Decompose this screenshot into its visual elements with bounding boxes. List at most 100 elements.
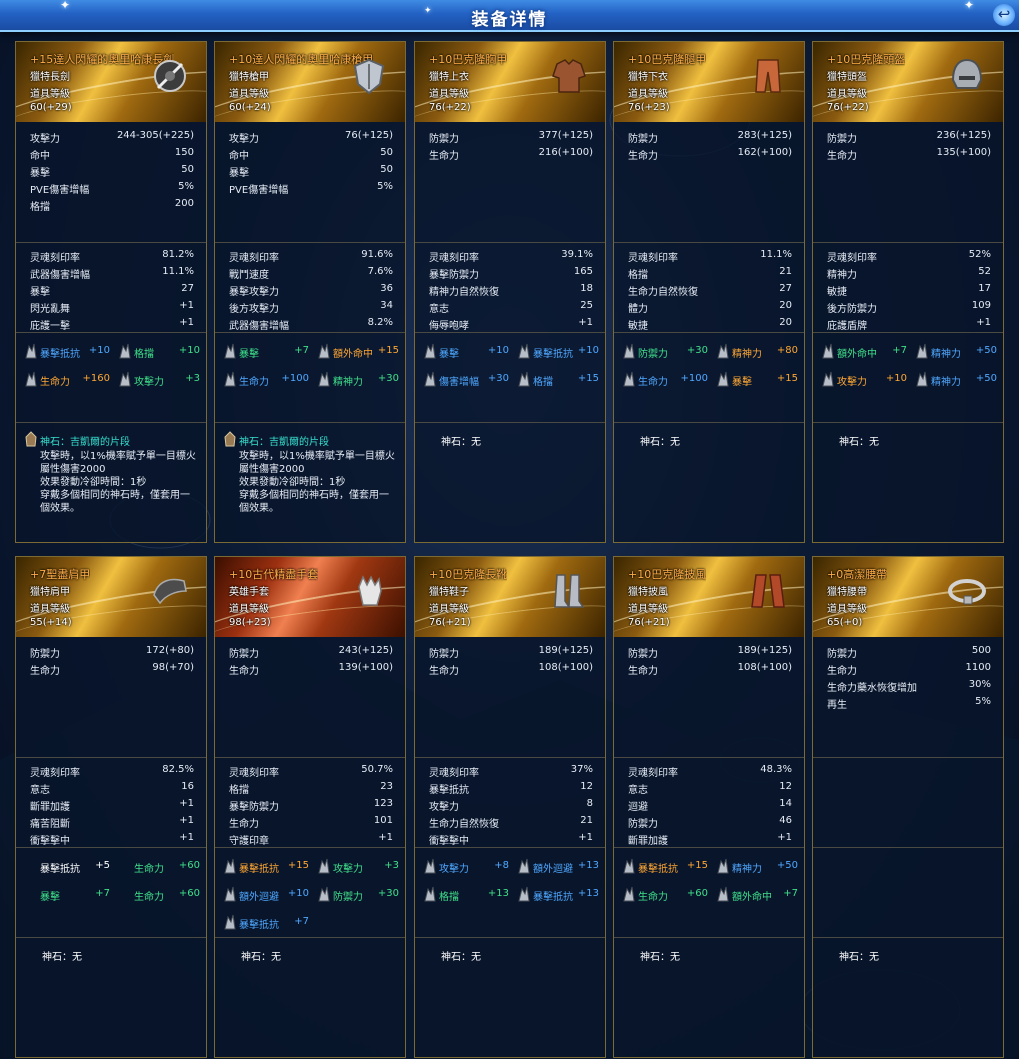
- stat-row: 武器傷害增幅 8.2%: [215, 315, 405, 332]
- manastone-slot[interactable]: 暴擊抵抗 +15: [614, 854, 710, 882]
- manastone-slot[interactable]: 防禦力 +30: [309, 882, 401, 910]
- manastone-slot[interactable]: 生命力 +160: [16, 367, 112, 395]
- stat-name: 侮辱咆哮: [429, 321, 469, 332]
- godstone-icon[interactable]: [223, 431, 237, 447]
- stat-value: 189(+125): [538, 645, 593, 656]
- manastone-slot[interactable]: 生命力 +60: [614, 882, 710, 910]
- chest-armor-icon[interactable]: [547, 54, 591, 98]
- manastone-value: +15: [287, 860, 309, 871]
- stat-value: 39.1%: [561, 249, 593, 260]
- stat-value: 27: [779, 283, 792, 294]
- stat-row: 痛苦阻斷 +1: [16, 813, 206, 830]
- manastone-slot[interactable]: 暴擊抵抗 +10: [509, 339, 601, 367]
- cape-icon[interactable]: [746, 569, 790, 613]
- shield-icon[interactable]: [347, 54, 391, 98]
- manastone-slot[interactable]: 防禦力 +30: [614, 339, 710, 367]
- stat-name: 灵魂刻印率: [30, 253, 80, 264]
- stat-row: 衝擊擊中 +1: [16, 830, 206, 847]
- manastone-slot[interactable]: 精神力 +50: [907, 339, 999, 367]
- manastone-slot[interactable]: 暴擊抵抗 +5: [16, 854, 112, 882]
- stat-value: 98(+70): [152, 662, 194, 673]
- manastone-slot[interactable]: 精神力 +50: [907, 367, 999, 395]
- manastone-slot[interactable]: 暴擊抵抗 +7: [215, 910, 311, 938]
- manastone-icon: [223, 886, 237, 902]
- item-header[interactable]: +7聖盡肩甲 獵特肩甲 道具等級 55(+14): [16, 557, 206, 637]
- stat-row: 暴擊 27: [16, 281, 206, 298]
- stat-value: 91.6%: [361, 249, 393, 260]
- manastone-icon: [317, 371, 331, 387]
- item-header[interactable]: +10達人閃耀的奧里哈康槍甲 獵特槍甲 道具等級 60(+24): [215, 42, 405, 122]
- godstone-none-label: 神石：无: [640, 952, 680, 963]
- manastone-slot[interactable]: 生命力 +60: [110, 854, 202, 882]
- manastone-slot[interactable]: 精神力 +30: [309, 367, 401, 395]
- helmet-icon[interactable]: [945, 54, 989, 98]
- stat-name: PVE傷害增幅: [30, 185, 90, 196]
- stat-value: 5%: [377, 181, 393, 192]
- godstone-icon[interactable]: [24, 431, 38, 447]
- manastone-slot[interactable]: 格擋 +10: [110, 339, 202, 367]
- stat-value: +1: [578, 317, 593, 328]
- manastone-slot[interactable]: 暴擊 +15: [708, 367, 800, 395]
- item-header[interactable]: +10巴克隆胸甲 獵特上衣 道具等級 76(+22): [415, 42, 605, 122]
- manastone-slot[interactable]: 額外命中 +7: [708, 882, 800, 910]
- manastone-slot[interactable]: 額外命中 +15: [309, 339, 401, 367]
- boots-icon[interactable]: [547, 569, 591, 613]
- stat-name: 精神力自然恢復: [429, 287, 499, 298]
- manastone-slot[interactable]: 格擋 +13: [415, 882, 511, 910]
- stat-value: 36: [380, 283, 393, 294]
- manastone-section: 暴擊抵抗 +10 格擋 +10 生命力 +160 攻擊力 +3: [16, 332, 206, 422]
- manastone-slot[interactable]: 生命力 +100: [614, 367, 710, 395]
- item-header[interactable]: +10巴克隆披風 獵特披風 道具等級 76(+21): [614, 557, 804, 637]
- glove-icon[interactable]: [347, 569, 391, 613]
- stat-row: 防禦力 46: [614, 813, 804, 830]
- manastone-icon: [517, 343, 531, 359]
- manastone-slot[interactable]: 暴擊抵抗 +15: [215, 854, 311, 882]
- manastone-name: 格擋: [439, 892, 459, 903]
- item-header[interactable]: +10古代精盡手套 英雄手套 道具等級 98(+23): [215, 557, 405, 637]
- manastone-slot[interactable]: 生命力 +60: [110, 882, 202, 910]
- stat-value: 50: [181, 164, 194, 175]
- manastone-slot[interactable]: 格擋 +15: [509, 367, 601, 395]
- manastone-slot[interactable]: 生命力 +100: [215, 367, 311, 395]
- item-header[interactable]: +15達人閃耀的奧里哈康長劍 獵特長劍 道具等級 60(+29): [16, 42, 206, 122]
- stat-name: 精神力: [827, 270, 857, 281]
- item-header[interactable]: +10巴克隆腿甲 獵特下衣 道具等級 76(+23): [614, 42, 804, 122]
- base-stats: 防禦力 243(+125) 生命力 139(+100): [215, 643, 405, 677]
- godstone-none-label: 神石：无: [839, 952, 879, 963]
- manastone-slot[interactable]: 額外迴避 +13: [509, 854, 601, 882]
- item-header[interactable]: +10巴克隆頭盔 獵特頭盔 道具等級 76(+22): [813, 42, 1003, 122]
- godstone-section: 神石：无: [614, 422, 804, 540]
- belt-icon[interactable]: [945, 569, 989, 613]
- manastone-slot[interactable]: 暴擊 +10: [415, 339, 511, 367]
- manastone-slot[interactable]: 攻擊力 +10: [813, 367, 909, 395]
- manastone-slot[interactable]: 暴擊 +7: [215, 339, 311, 367]
- manastone-slot[interactable]: 攻擊力 +3: [309, 854, 401, 882]
- item-header[interactable]: +0高潔腰帶 獵特腰帶 道具等級 65(+0): [813, 557, 1003, 637]
- stat-name: 灵魂刻印率: [628, 253, 678, 264]
- manastone-slot[interactable]: 精神力 +80: [708, 339, 800, 367]
- shoulder-armor-icon[interactable]: [148, 569, 192, 613]
- stat-row: 武器傷害增幅 11.1%: [16, 264, 206, 281]
- item-header[interactable]: +10巴克隆長靴 獵特鞋子 道具等級 76(+21): [415, 557, 605, 637]
- sword-icon[interactable]: [148, 54, 192, 98]
- close-button[interactable]: ↩: [993, 4, 1015, 26]
- manastone-slot[interactable]: 暴擊抵抗 +13: [509, 882, 601, 910]
- manastone-slot[interactable]: 攻擊力 +3: [110, 367, 202, 395]
- manastone-slot[interactable]: 暴擊 +7: [16, 882, 112, 910]
- base-stats: 防禦力 236(+125) 生命力 135(+100): [813, 128, 1003, 162]
- manastone-icon: [223, 343, 237, 359]
- bonus-stats: 灵魂刻印率 91.6% 戰鬥速度 7.6% 暴擊攻擊力 36 後方攻擊力 34 武器傷害增幅 8.…: [215, 242, 405, 332]
- stat-name: 武器傷害增幅: [30, 270, 90, 281]
- manastone-slot[interactable]: 暴擊抵抗 +10: [16, 339, 112, 367]
- manastone-slot[interactable]: 傷害增幅 +30: [415, 367, 511, 395]
- item-level: 76(+22): [827, 102, 869, 113]
- manastone-slot[interactable]: 額外迴避 +10: [215, 882, 311, 910]
- manastone-slot[interactable]: 攻擊力 +8: [415, 854, 511, 882]
- manastone-value: +7: [783, 888, 798, 899]
- manastone-icon: [517, 886, 531, 902]
- manastone-value: +10: [178, 345, 200, 356]
- leg-armor-icon[interactable]: [746, 54, 790, 98]
- stat-row: 灵魂刻印率 48.3%: [614, 762, 804, 779]
- manastone-slot[interactable]: 額外命中 +7: [813, 339, 909, 367]
- manastone-slot[interactable]: 精神力 +50: [708, 854, 800, 882]
